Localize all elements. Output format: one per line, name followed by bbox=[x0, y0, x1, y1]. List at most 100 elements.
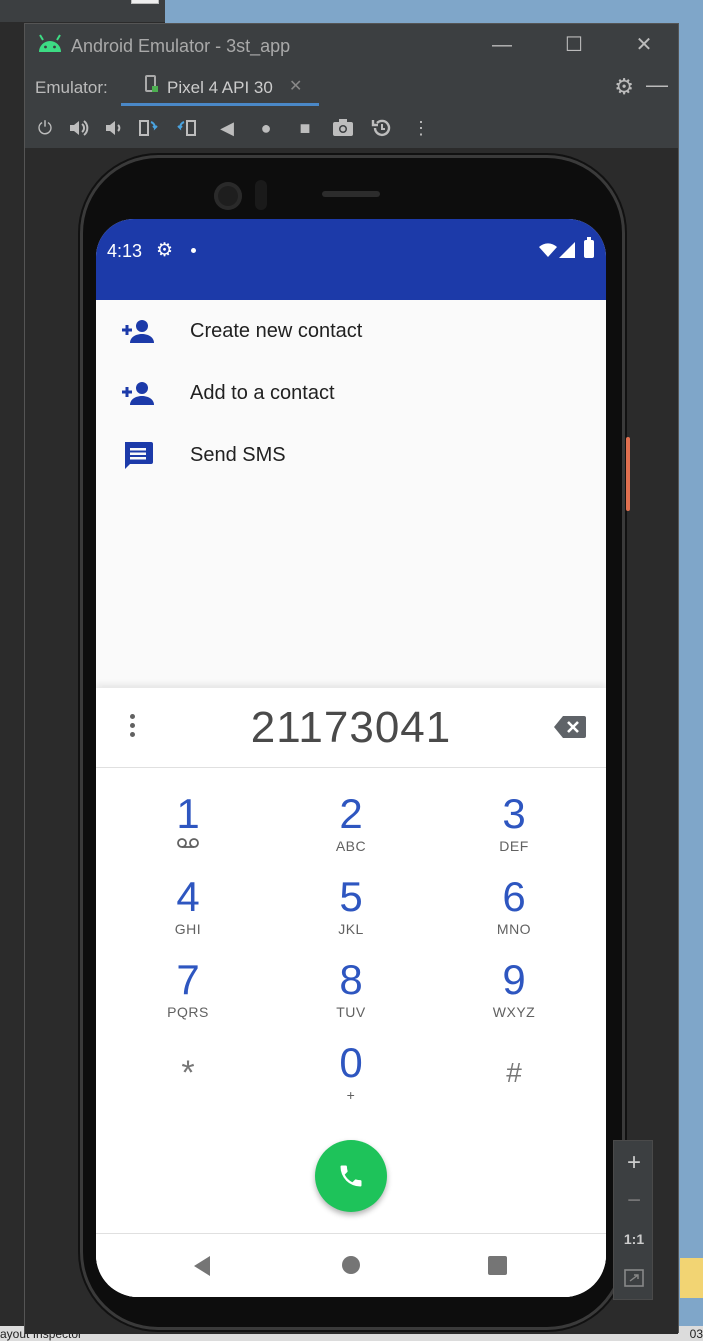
key-letters: PQRS bbox=[167, 1004, 209, 1020]
battery-icon bbox=[584, 237, 594, 258]
emulator-toolbar: ⏻ ◀ ● ■ ⋮ bbox=[25, 108, 678, 148]
key-letters: DEF bbox=[499, 838, 529, 854]
more-icon[interactable]: ⋮ bbox=[409, 116, 433, 140]
status-bar: 4:13 ⚙ bbox=[96, 219, 606, 300]
key-digit: 3 bbox=[502, 790, 526, 837]
key-digit: 6 bbox=[502, 873, 526, 920]
key-6[interactable]: 6 MNO bbox=[444, 875, 584, 951]
wifi-icon bbox=[539, 243, 557, 257]
tab-row: Emulator: Pixel 4 API 30 ✕ ⚙ — bbox=[25, 66, 678, 106]
screenshot-icon[interactable] bbox=[331, 116, 355, 140]
rotate-right-icon[interactable] bbox=[175, 116, 199, 140]
menu-item-label: Add to a contact bbox=[190, 382, 335, 404]
person-add-icon bbox=[122, 320, 154, 343]
dialpad-panel: 21173041 1 2 ABC 3 DEF 4 GHI 5 JKL 6 MNO… bbox=[96, 688, 606, 1297]
close-button[interactable]: ✕ bbox=[629, 32, 659, 58]
android-icon bbox=[39, 34, 61, 52]
power-icon[interactable]: ⏻ bbox=[33, 116, 57, 140]
key-digit: 1 bbox=[176, 790, 200, 837]
overview-icon[interactable]: ■ bbox=[293, 116, 317, 140]
system-nav-bar bbox=[96, 1233, 606, 1297]
front-camera-icon bbox=[214, 182, 242, 210]
key-5[interactable]: 5 JKL bbox=[281, 875, 421, 951]
key-digit: 7 bbox=[176, 956, 200, 1003]
digits-divider bbox=[96, 767, 606, 768]
window-title: Android Emulator - 3st_app bbox=[71, 36, 291, 56]
person-add-icon bbox=[122, 382, 154, 405]
zoom-in-button[interactable]: + bbox=[614, 1149, 654, 1177]
key-4[interactable]: 4 GHI bbox=[118, 875, 258, 951]
zoom-out-button[interactable]: − bbox=[614, 1187, 654, 1215]
power-side-button[interactable] bbox=[626, 437, 630, 511]
key-1[interactable]: 1 bbox=[118, 792, 258, 868]
backspace-icon[interactable] bbox=[554, 715, 586, 739]
ide-top-strip bbox=[0, 0, 165, 22]
tab-pixel4[interactable]: Pixel 4 API 30 ✕ bbox=[121, 66, 319, 106]
key-digit: # bbox=[506, 1057, 522, 1088]
phone-icon bbox=[340, 1165, 362, 1187]
minimize-button[interactable]: — bbox=[487, 32, 517, 58]
signal-icon bbox=[559, 242, 575, 258]
key-digit: 0 bbox=[339, 1039, 363, 1086]
desktop-background bbox=[680, 0, 703, 1341]
menu-item-add-to-contact[interactable]: Add to a contact bbox=[96, 362, 606, 424]
key-0[interactable]: 0 + bbox=[281, 1041, 421, 1117]
rotate-left-icon[interactable] bbox=[136, 116, 160, 140]
sensor-icon bbox=[255, 180, 267, 210]
device-tab-label: Pixel 4 API 30 bbox=[167, 78, 273, 97]
ide-status-text: 03 bbox=[689, 1327, 703, 1341]
nav-back-icon[interactable] bbox=[194, 1256, 210, 1276]
key-7[interactable]: 7 PQRS bbox=[118, 958, 258, 1034]
key-2[interactable]: 2 ABC bbox=[281, 792, 421, 868]
volume-down-icon[interactable] bbox=[101, 116, 125, 140]
key-hash[interactable]: # bbox=[444, 1051, 584, 1127]
menu-item-send-sms[interactable]: Send SMS bbox=[96, 424, 606, 486]
zoom-controls: + − 1:1 bbox=[613, 1140, 653, 1300]
settings-gear-icon[interactable]: ⚙ bbox=[614, 74, 634, 100]
emulator-label: Emulator: bbox=[35, 78, 108, 97]
key-digit: 9 bbox=[502, 956, 526, 1003]
earpiece-speaker bbox=[322, 191, 380, 197]
volume-up-icon[interactable] bbox=[67, 116, 91, 140]
snapshot-icon[interactable] bbox=[370, 116, 394, 140]
notification-dot-icon bbox=[191, 248, 196, 253]
desktop-folder-icon bbox=[680, 1258, 703, 1298]
call-button[interactable] bbox=[315, 1140, 387, 1212]
key-8[interactable]: 8 TUV bbox=[281, 958, 421, 1034]
key-letters: ABC bbox=[335, 838, 367, 854]
menu-item-label: Create new contact bbox=[190, 320, 363, 342]
status-time: 4:13 bbox=[107, 241, 143, 261]
home-icon[interactable]: ● bbox=[254, 116, 278, 140]
nav-home-icon[interactable] bbox=[342, 1256, 360, 1274]
device-icon bbox=[145, 75, 158, 92]
fit-to-screen-icon[interactable] bbox=[624, 1269, 644, 1287]
tab-close-icon[interactable]: ✕ bbox=[289, 76, 302, 96]
zoom-one-to-one-button[interactable]: 1:1 bbox=[614, 1231, 654, 1247]
key-digit: * bbox=[181, 1054, 195, 1092]
key-digit: 2 bbox=[339, 790, 363, 837]
key-digit: 5 bbox=[339, 873, 363, 920]
hide-panel-icon[interactable]: — bbox=[646, 72, 668, 98]
key-digit: 4 bbox=[176, 873, 200, 920]
dialed-number[interactable]: 21173041 bbox=[96, 703, 606, 753]
key-3[interactable]: 3 DEF bbox=[444, 792, 584, 868]
menu-item-label: Send SMS bbox=[190, 444, 286, 466]
message-icon bbox=[125, 442, 153, 469]
key-letters: WXYZ bbox=[492, 1004, 536, 1020]
title-bar: Android Emulator - 3st_app — ☐ ✕ bbox=[25, 24, 678, 66]
key-star[interactable]: * bbox=[118, 1051, 258, 1127]
key-9[interactable]: 9 WXYZ bbox=[444, 958, 584, 1034]
key-digit: 8 bbox=[339, 956, 363, 1003]
key-letters: + bbox=[346, 1087, 356, 1103]
key-letters: JKL bbox=[338, 921, 364, 937]
maximize-button[interactable]: ☐ bbox=[559, 32, 589, 58]
back-icon[interactable]: ◀ bbox=[215, 116, 239, 140]
phone-screen: 4:13 ⚙ Create new contact Add to a conta… bbox=[96, 219, 606, 1297]
key-letters: TUV bbox=[336, 1004, 366, 1020]
menu-item-create-contact[interactable]: Create new contact bbox=[96, 300, 606, 362]
nav-recents-icon[interactable] bbox=[488, 1256, 507, 1275]
key-letters: MNO bbox=[496, 921, 532, 937]
status-settings-icon: ⚙ bbox=[156, 240, 174, 261]
voicemail-icon bbox=[177, 838, 199, 848]
key-letters: GHI bbox=[174, 921, 202, 937]
